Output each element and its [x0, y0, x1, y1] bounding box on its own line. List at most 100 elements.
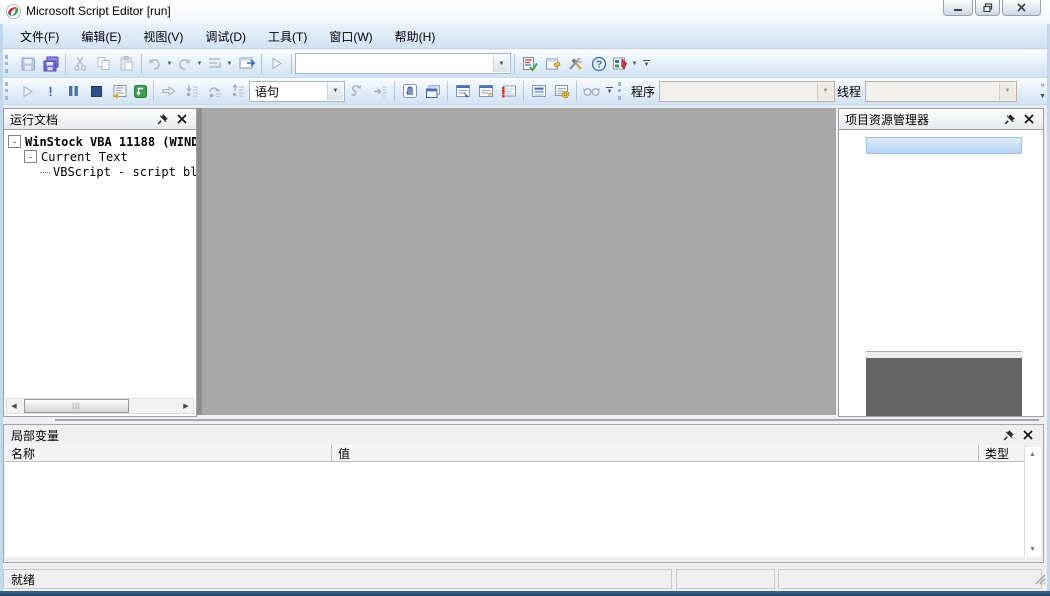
- status-message: 就绪: [11, 571, 35, 588]
- step-out-button[interactable]: [226, 80, 249, 102]
- step-into-button[interactable]: [180, 80, 203, 102]
- script-wizard-icon: [522, 56, 538, 72]
- close-panel-button[interactable]: [1021, 112, 1037, 126]
- scroll-right-icon[interactable]: ▶: [179, 399, 193, 413]
- splitter-handle: [55, 419, 1039, 421]
- apply-code-changes-button[interactable]: [131, 80, 150, 102]
- start-icon: [271, 57, 283, 70]
- combo-dropdown-icon[interactable]: ▼: [327, 83, 343, 100]
- autos-window-icon: [455, 84, 471, 99]
- save-button[interactable]: [16, 53, 39, 75]
- menu-help[interactable]: 帮助(H): [384, 25, 447, 48]
- toolbar-grip[interactable]: [5, 82, 13, 100]
- scroll-left-icon[interactable]: ◀: [7, 399, 21, 413]
- redo-icon: [177, 57, 192, 71]
- navigate-dropdown[interactable]: ▼: [224, 53, 235, 75]
- commands-button[interactable]: [610, 53, 629, 75]
- running-documents-panel: 运行文档 - WinStock VBA 11188 (WIND: [3, 108, 197, 417]
- disassembly-button[interactable]: [580, 80, 603, 102]
- view-in-browser-button[interactable]: [235, 53, 258, 75]
- autos-window-button[interactable]: [451, 80, 474, 102]
- debug-toolbar: !: [3, 78, 1047, 105]
- locals-window-button[interactable]: [474, 80, 497, 102]
- column-header-name: 名称: [5, 445, 332, 462]
- standard-toolbar: ▼ ▼ ▼: [3, 50, 1047, 78]
- window-border-bottom: [0, 591, 1050, 596]
- close-button[interactable]: [1002, 0, 1041, 16]
- project-explorer-titlebar[interactable]: 项目资源管理器: [838, 108, 1044, 130]
- menu-view[interactable]: 视图(V): [132, 25, 194, 48]
- menu-file[interactable]: 文件(F): [9, 25, 70, 48]
- paste-button[interactable]: [115, 53, 138, 75]
- restart-button[interactable]: [345, 80, 368, 102]
- start-button[interactable]: [265, 53, 288, 75]
- continue-button[interactable]: [16, 80, 39, 102]
- navigate-button[interactable]: [205, 53, 224, 75]
- windows-button[interactable]: [421, 80, 444, 102]
- break-all-button[interactable]: !: [39, 80, 62, 102]
- threads-window-button[interactable]: [550, 80, 573, 102]
- undo-button[interactable]: [145, 53, 164, 75]
- menu-debug[interactable]: 调试(D): [194, 25, 257, 48]
- stop-button[interactable]: [85, 80, 108, 102]
- status-section: [676, 569, 775, 589]
- tree-item-winstock[interactable]: - WinStock VBA 11188 (WIND: [4, 134, 196, 149]
- pin-button[interactable]: [155, 112, 171, 126]
- property-pages-button[interactable]: [541, 53, 564, 75]
- toolbar-grip[interactable]: [5, 55, 13, 73]
- find-combobox[interactable]: ▼: [295, 53, 511, 74]
- combo-dropdown-icon[interactable]: ▼: [493, 55, 509, 72]
- minimize-button[interactable]: [943, 0, 973, 16]
- toolbox-button[interactable]: [564, 53, 587, 75]
- pin-button[interactable]: [1002, 112, 1018, 126]
- scroll-down-icon[interactable]: ▼: [1025, 542, 1040, 557]
- close-panel-button[interactable]: [1020, 428, 1036, 442]
- menu-tools[interactable]: 工具(T): [257, 25, 318, 48]
- script-wizard-button[interactable]: [518, 53, 541, 75]
- tree-connector: [40, 171, 50, 173]
- project-selection-bar[interactable]: [866, 137, 1022, 154]
- toolbar-grip[interactable]: [618, 82, 626, 100]
- step-over-button[interactable]: [203, 80, 226, 102]
- redo-button[interactable]: [175, 53, 194, 75]
- restore-button[interactable]: [975, 0, 1000, 16]
- call-stack-window-button[interactable]: [527, 80, 550, 102]
- toolbar-separator: [523, 81, 524, 101]
- tree-item-current-text[interactable]: - Current Text: [4, 149, 196, 164]
- statement-combobox[interactable]: 语句 ▼: [249, 81, 345, 102]
- show-next-statement-button[interactable]: [108, 80, 131, 102]
- resize-grip[interactable]: [1034, 573, 1047, 591]
- toolbar-options-button[interactable]: ▼: [640, 53, 653, 75]
- collapse-icon[interactable]: -: [8, 135, 21, 148]
- paste-icon: [119, 56, 134, 71]
- pin-button[interactable]: [1001, 428, 1017, 442]
- collapse-icon[interactable]: -: [24, 150, 37, 163]
- locals-titlebar[interactable]: 局部变量: [5, 425, 1042, 445]
- tree-item-vbscript[interactable]: VBScript - script bloc: [4, 164, 196, 179]
- scroll-up-icon[interactable]: ▲: [1025, 447, 1040, 462]
- help-button[interactable]: ?: [587, 53, 610, 75]
- immediate-window-button[interactable]: [497, 80, 520, 102]
- breakpoints-window-button[interactable]: [398, 80, 421, 102]
- toolbar-options-button[interactable]: ▼: [603, 80, 616, 102]
- pause-button[interactable]: [62, 80, 85, 102]
- menu-edit[interactable]: 编辑(E): [70, 25, 132, 48]
- step-unit-button[interactable]: [368, 80, 391, 102]
- vertical-scrollbar[interactable]: ▲ ▼: [1024, 447, 1041, 557]
- close-icon: [1017, 3, 1026, 12]
- menu-window[interactable]: 窗口(W): [318, 25, 383, 48]
- commands-dropdown[interactable]: ▼: [629, 53, 640, 75]
- step-next-button[interactable]: [157, 80, 180, 102]
- close-panel-button[interactable]: [174, 112, 190, 126]
- horizontal-splitter[interactable]: [3, 417, 1047, 424]
- horizontal-scrollbar[interactable]: ◀ ||| ▶: [6, 398, 194, 414]
- cut-button[interactable]: [69, 53, 92, 75]
- redo-dropdown[interactable]: ▼: [194, 53, 205, 75]
- program-combobox: ▼: [659, 81, 835, 102]
- title-bar[interactable]: Microsoft Script Editor [run]: [0, 0, 1050, 24]
- running-documents-titlebar[interactable]: 运行文档: [3, 108, 197, 130]
- scrollbar-thumb[interactable]: |||: [24, 399, 129, 413]
- save-all-button[interactable]: [39, 53, 62, 75]
- undo-dropdown[interactable]: ▼: [164, 53, 175, 75]
- copy-button[interactable]: [92, 53, 115, 75]
